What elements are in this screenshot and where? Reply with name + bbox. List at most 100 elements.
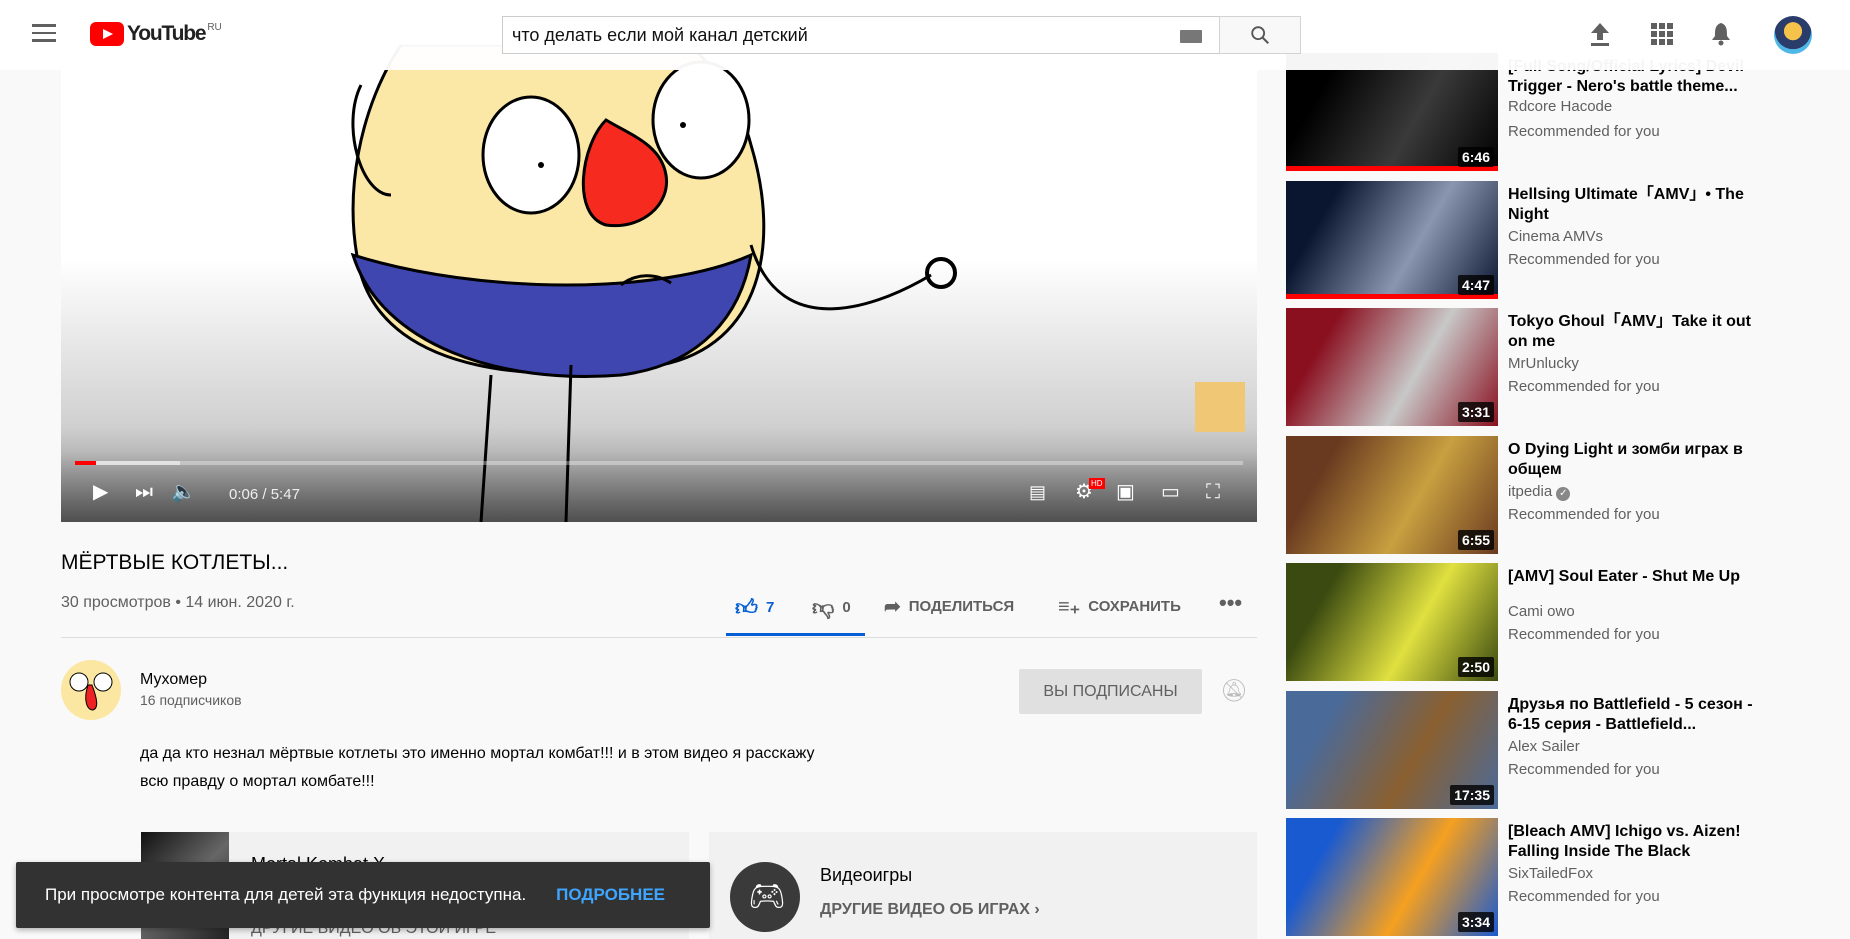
dislike-button[interactable]: 👎︎ 0: [812, 594, 851, 621]
recommendation-channel[interactable]: Rdcore Hacode: [1508, 98, 1612, 115]
recommendation-note: Recommended for you: [1508, 378, 1660, 395]
progress-bar[interactable]: [75, 461, 1243, 465]
settings-icon[interactable]: ⚙ HD: [1075, 478, 1105, 504]
video-thumbnail[interactable]: 6:46: [1286, 53, 1498, 171]
youtube-logo[interactable]: YouTube RU: [90, 22, 222, 46]
more-actions-icon[interactable]: •••: [1219, 590, 1242, 616]
recommendation-note: Recommended for you: [1508, 250, 1660, 268]
description-line: да да кто незнал мёртвые котлеты это име…: [140, 745, 815, 762]
account-avatar[interactable]: [1774, 16, 1812, 54]
video-description: да да кто незнал мёртвые котлеты это име…: [140, 740, 940, 796]
description-line: всю правду о мортал комбате!!!: [140, 773, 375, 790]
gamepad-icon: 🎮︎: [730, 862, 800, 932]
notification-off-icon[interactable]: 🔕︎: [1220, 678, 1248, 704]
play-logo-icon: [90, 22, 124, 46]
category-title: Видеоигры: [820, 865, 913, 885]
channel-avatar[interactable]: [61, 660, 121, 720]
video-title: МЁРТВЫЕ КОТЛЕТЫ...: [61, 551, 289, 574]
time-total: 5:47: [270, 486, 300, 503]
recommendation-item[interactable]: 6:55 O Dying Light и зомби играх в общем…: [1286, 435, 1806, 554]
save-button[interactable]: ≡₊ СОХРАНИТЬ: [1058, 594, 1181, 619]
channel-label: SixTailedFox: [1508, 865, 1594, 882]
share-icon: ➦: [884, 596, 901, 618]
search-input[interactable]: что делать если мой канал детский: [502, 16, 1220, 54]
recommendation-note: Recommended for you: [1508, 505, 1660, 523]
duration-badge: 3:31: [1457, 402, 1494, 422]
channel-watermark[interactable]: [1195, 382, 1245, 432]
video-player[interactable]: ▶ ⏭ 🔈 0:06 / 5:47 ▤ ⚙ HD ▣ ▭ ⛶: [61, 45, 1257, 522]
recommendation-title[interactable]: Hellsing Ultimate「AMV」• The Night: [1508, 185, 1758, 225]
recommendation-title[interactable]: Друзья по Battlefield - 5 сезон - 6-15 с…: [1508, 695, 1758, 735]
recommendation-item[interactable]: 2:50 [AMV] Soul Eater - Shut Me Up Cami …: [1286, 563, 1806, 681]
category-card[interactable]: 🎮︎ Видеоигры ДРУГИЕ ВИДЕО ОБ ИГРАХ ›: [709, 832, 1257, 939]
region-code: RU: [207, 22, 222, 33]
player-controls: ▶ ⏭ 🔈 0:06 / 5:47 ▤ ⚙ HD ▣ ▭ ⛶: [61, 452, 1257, 522]
save-label: СОХРАНИТЬ: [1088, 598, 1181, 615]
subscribed-button[interactable]: ВЫ ПОДПИСАНЫ: [1019, 669, 1202, 714]
like-count: 7: [766, 599, 775, 616]
recommendation-channel[interactable]: MrUnlucky: [1508, 355, 1579, 372]
video-thumbnail[interactable]: 4:47: [1286, 180, 1498, 299]
apps-icon[interactable]: [1651, 23, 1673, 45]
channel-name[interactable]: Мухомер: [140, 671, 207, 689]
recommendation-channel[interactable]: Cinema AMVs: [1508, 228, 1603, 245]
recommendation-title[interactable]: [AMV] Soul Eater - Shut Me Up: [1508, 567, 1758, 587]
thumbs-up-icon: 👍︎: [735, 595, 758, 620]
learn-more-link[interactable]: ПОДРОБНЕЕ: [556, 885, 665, 905]
duration-badge: 2:50: [1457, 657, 1494, 677]
search-icon: [1251, 26, 1269, 44]
category-link-label: ДРУГИЕ ВИДЕО ОБ ИГРАХ: [820, 901, 1030, 918]
upload-icon[interactable]: [1589, 21, 1611, 47]
category-link[interactable]: ДРУГИЕ ВИДЕО ОБ ИГРАХ ›: [820, 901, 1040, 919]
video-thumbnail[interactable]: 6:55: [1286, 435, 1498, 554]
video-thumbnail[interactable]: 17:35: [1286, 690, 1498, 809]
video-thumbnail[interactable]: 3:31: [1286, 308, 1498, 426]
channel-label: itpedia: [1508, 482, 1553, 500]
video-thumbnail[interactable]: 3:34: [1286, 818, 1498, 936]
recommendation-item[interactable]: 3:31 Tokyo Ghoul「AMV」Take it out on me M…: [1286, 308, 1806, 426]
time-current: 0:06: [229, 486, 259, 503]
recommendation-channel[interactable]: itpedia ✓: [1508, 482, 1571, 501]
divider: [61, 637, 1257, 638]
duration-badge: 6:55: [1457, 529, 1494, 550]
recommendation-item[interactable]: 3:34 [Bleach AMV] Ichigo vs. Aizen! Fall…: [1286, 818, 1806, 936]
volume-icon[interactable]: 🔈: [171, 480, 196, 504]
recommendation-item[interactable]: 4:47 Hellsing Ultimate「AMV」• The Night C…: [1286, 180, 1806, 299]
time-display: 0:06 / 5:47: [229, 486, 300, 503]
masthead: YouTube RU что делать если мой канал дет…: [0, 0, 1850, 70]
thumbs-down-icon: 👎︎: [812, 595, 835, 620]
recommendation-note: Recommended for you: [1508, 626, 1660, 643]
like-button[interactable]: 👍︎ 7: [735, 594, 774, 621]
recommendation-title[interactable]: Tokyo Ghoul「AMV」Take it out on me: [1508, 312, 1758, 352]
recommendation-note: Recommended for you: [1508, 123, 1660, 140]
dislike-count: 0: [842, 599, 851, 616]
duration-badge: 4:47: [1457, 274, 1494, 295]
video-thumbnail[interactable]: 2:50: [1286, 563, 1498, 681]
duration-badge: 3:34: [1457, 912, 1494, 932]
theater-mode-icon[interactable]: ▭: [1161, 480, 1180, 504]
recommendation-title[interactable]: O Dying Light и зомби играх в общем: [1508, 440, 1758, 480]
next-icon[interactable]: ⏭: [135, 480, 153, 504]
recommendation-channel[interactable]: SixTailedFox: [1508, 865, 1593, 882]
miniplayer-icon[interactable]: ▣: [1116, 480, 1135, 504]
play-icon[interactable]: ▶: [93, 480, 108, 504]
keyboard-icon[interactable]: [1180, 30, 1202, 43]
recommendation-item[interactable]: 6:46 [Full Song/Official Lyrics] Devil T…: [1286, 53, 1806, 171]
notifications-bell-icon[interactable]: [1710, 21, 1732, 47]
menu-icon[interactable]: [32, 24, 56, 42]
verified-icon: ✓: [1556, 486, 1571, 501]
search-button[interactable]: [1219, 16, 1301, 54]
subtitles-icon[interactable]: ▤: [1029, 480, 1046, 504]
chevron-right-icon: ›: [1034, 901, 1040, 918]
recommendation-channel[interactable]: Alex Sailer: [1508, 738, 1580, 755]
channel-label: Rdcore Hacode: [1508, 98, 1613, 115]
duration-badge: 6:46: [1457, 147, 1494, 167]
recommendation-title[interactable]: [Bleach AMV] Ichigo vs. Aizen! Falling I…: [1508, 822, 1758, 862]
fullscreen-icon[interactable]: ⛶: [1206, 480, 1220, 504]
recommendation-item[interactable]: 17:35 Друзья по Battlefield - 5 сезон - …: [1286, 690, 1806, 809]
played-bar: [75, 461, 97, 465]
like-bar: [726, 633, 865, 636]
recommendation-channel[interactable]: Cami owo: [1508, 603, 1575, 620]
share-button[interactable]: ➦ ПОДЕЛИТЬСЯ: [884, 594, 1014, 619]
video-meta: 30 просмотров • 14 июн. 2020 г.: [61, 594, 295, 611]
